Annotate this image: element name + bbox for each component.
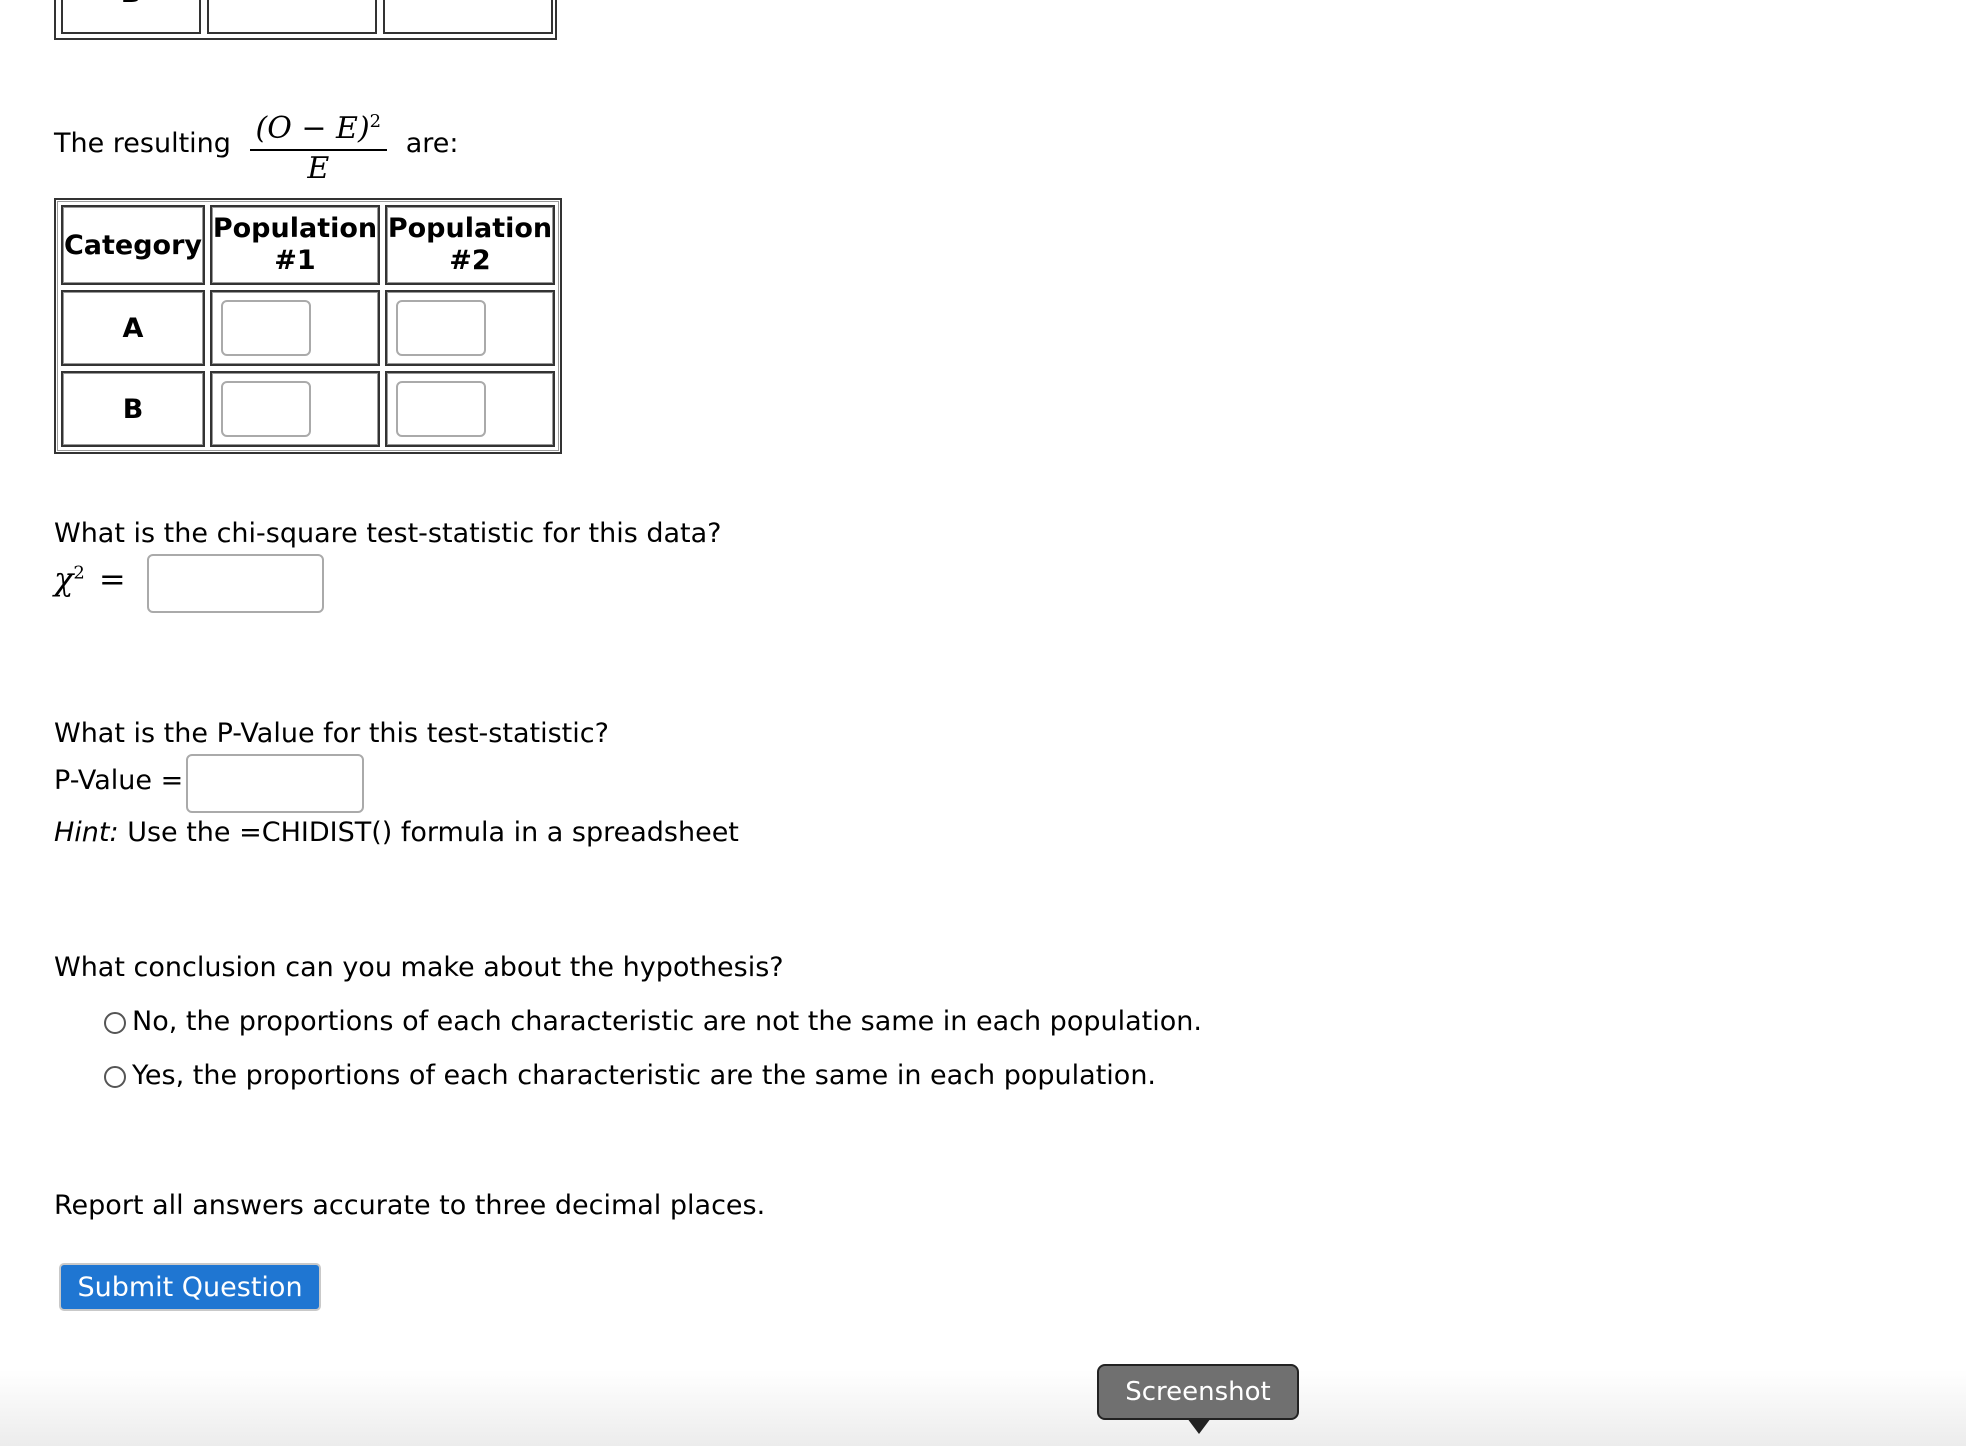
option-label: No, the proportions of each characterist… <box>132 1006 1202 1037</box>
chi-letter: χ <box>54 560 74 598</box>
row-label: B <box>121 0 142 9</box>
table-cell <box>385 290 555 366</box>
table-cell <box>210 290 380 366</box>
pvalue-input[interactable] <box>186 754 364 813</box>
chi-exponent: 2 <box>73 562 85 584</box>
resulting-suffix: are: <box>405 128 459 159</box>
previous-table-partial: B <box>54 0 557 40</box>
screenshot-tooltip: Screenshot <box>1097 1364 1299 1434</box>
answer-input-a-pop2[interactable] <box>396 300 486 356</box>
hint-label: Hint: <box>54 817 119 848</box>
conclusion-question: What conclusion can you make about the h… <box>54 952 784 983</box>
answer-input-b-pop1[interactable] <box>221 381 311 437</box>
row-label: B <box>61 371 205 447</box>
chi-square-input[interactable] <box>147 554 324 613</box>
chi-symbol: χ2 = <box>54 560 126 598</box>
header-population-1: Population #1 <box>210 205 380 285</box>
table-row: B <box>61 371 555 447</box>
report-instruction: Report all answers accurate to three dec… <box>54 1190 766 1221</box>
hint-text: Use the =CHIDIST() formula in a spreadsh… <box>118 817 739 848</box>
radio-button[interactable] <box>104 1065 126 1088</box>
equals-sign: = <box>98 560 126 598</box>
bottom-fade <box>0 1370 1966 1446</box>
pvalue-question: What is the P-Value for this test-statis… <box>54 718 609 749</box>
table-cell <box>207 0 377 34</box>
radio-button[interactable] <box>104 1011 126 1034</box>
pvalue-label: P-Value = <box>54 765 184 796</box>
denominator: E <box>307 151 330 186</box>
table-cell <box>383 0 553 34</box>
table-cell <box>385 371 555 447</box>
header-population-2: Population #2 <box>385 205 555 285</box>
resulting-line: The resulting (O − E)2 E are: <box>54 102 458 187</box>
chi-question: What is the chi-square test-statistic fo… <box>54 518 722 549</box>
conclusion-option-yes[interactable]: Yes, the proportions of each characteris… <box>104 1060 1156 1091</box>
table-header-row: Category Population #1 Population #2 <box>61 205 555 285</box>
resulting-prefix: The resulting <box>54 128 231 159</box>
submit-question-button[interactable]: Submit Question <box>59 1263 321 1311</box>
conclusion-option-no[interactable]: No, the proportions of each characterist… <box>104 1006 1202 1037</box>
exponent: 2 <box>369 111 382 132</box>
row-label: A <box>61 290 205 366</box>
option-label: Yes, the proportions of each characteris… <box>132 1060 1157 1091</box>
answer-input-a-pop1[interactable] <box>221 300 311 356</box>
formula-fraction: (O − E)2 E <box>249 102 388 187</box>
results-table: Category Population #1 Population #2 A B <box>54 198 562 454</box>
numerator: (O − E) <box>255 111 370 146</box>
table-cell-label: B <box>61 0 201 34</box>
table-cell <box>210 371 380 447</box>
header-category: Category <box>61 205 205 285</box>
hint: Hint: Use the =CHIDIST() formula in a sp… <box>54 817 739 848</box>
answer-input-b-pop2[interactable] <box>396 381 486 437</box>
table-row: A <box>61 290 555 366</box>
